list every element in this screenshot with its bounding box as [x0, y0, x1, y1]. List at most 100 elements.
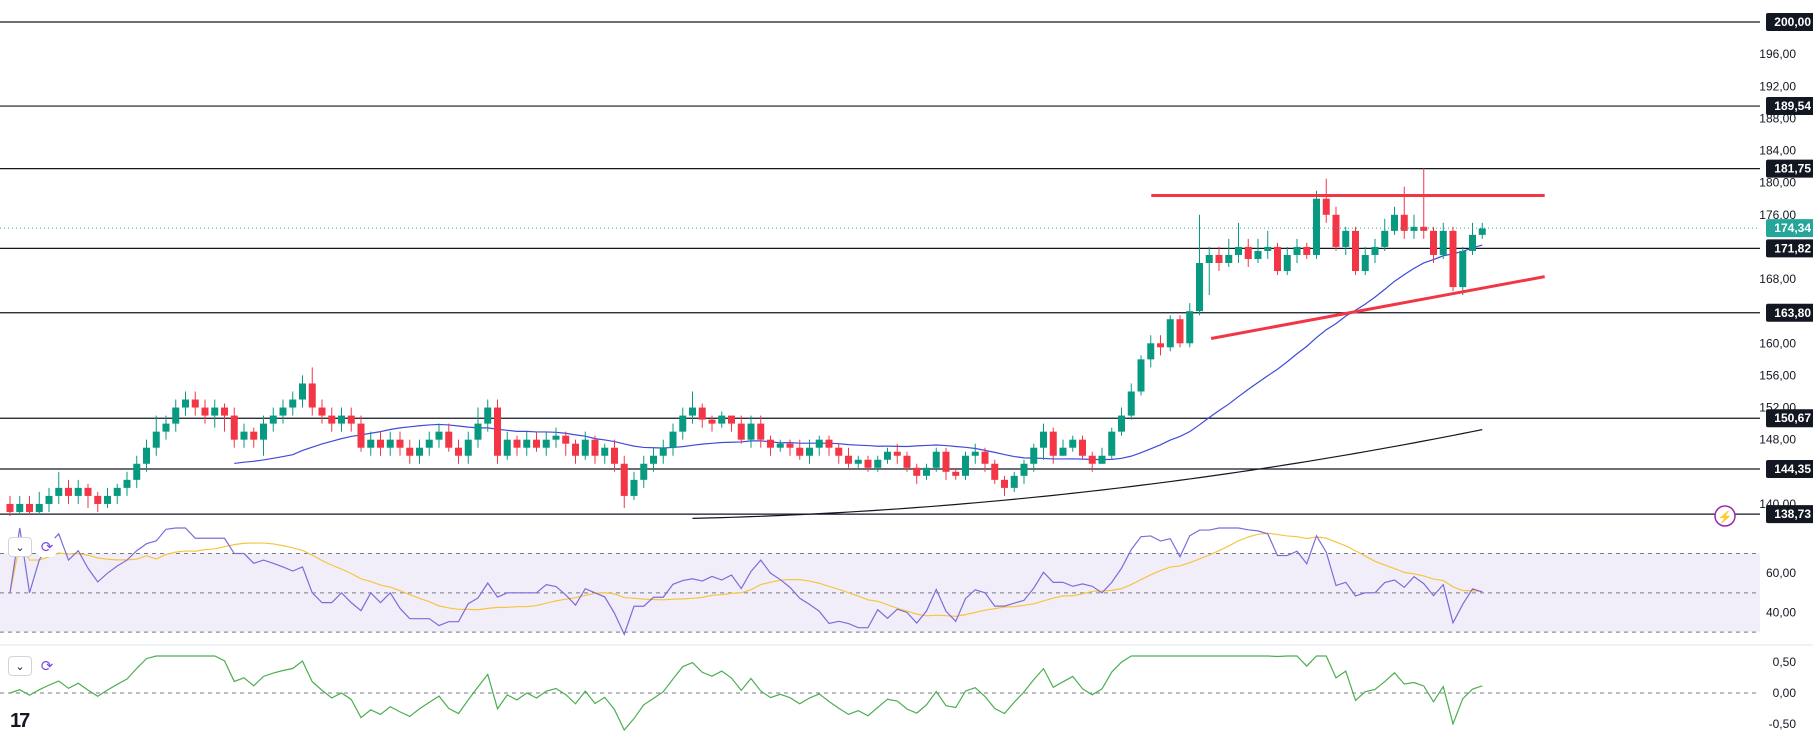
candle-body [1430, 230, 1437, 255]
candle-body [952, 471, 960, 476]
candle-body [591, 439, 599, 456]
candle-body [679, 415, 687, 432]
candle-body [1186, 311, 1194, 344]
candle-body [1215, 254, 1223, 263]
level-label: 189,54 [1774, 99, 1811, 113]
price-tick-label: 180,00 [1759, 176, 1796, 190]
candle-body [1108, 431, 1116, 456]
candle-body [260, 423, 267, 440]
level-label: 138,73 [1774, 507, 1811, 521]
candle-body [1283, 254, 1291, 272]
candle-body [669, 431, 677, 448]
candle-body [650, 455, 657, 464]
candle-body [1254, 250, 1262, 259]
candle-body [396, 439, 404, 448]
candle-body [133, 463, 141, 480]
candle-body [377, 439, 384, 448]
candle-body [523, 439, 531, 448]
candle-body [747, 423, 755, 440]
oscillator-tick-label: 0,50 [1773, 655, 1797, 669]
price-tick-label: 160,00 [1759, 336, 1796, 350]
candle-body [1069, 439, 1077, 448]
candle-body [328, 415, 336, 424]
candle-body [708, 419, 716, 424]
candle-body [864, 459, 872, 468]
candle-body [1098, 455, 1106, 464]
candle-body [513, 439, 521, 448]
candle-body [932, 451, 940, 468]
candle-body [1244, 246, 1252, 259]
candle-body [601, 447, 609, 456]
candle-body [221, 407, 228, 416]
last-price-label: 174,34 [1774, 221, 1811, 235]
candle-body [6, 503, 14, 512]
candle-body [1361, 254, 1369, 272]
candle-body [65, 487, 72, 496]
candle-body [581, 439, 589, 456]
candle-body [464, 439, 472, 456]
candle-body [1459, 250, 1467, 288]
candle-body [1342, 230, 1350, 247]
candle-body [338, 415, 345, 424]
candle-body [552, 435, 560, 440]
trendline-support [1210, 275, 1545, 340]
candle-body [406, 447, 414, 456]
level-label: 171,82 [1774, 241, 1811, 255]
indicator-pane-controls: ⌄ ⟳ [8, 656, 56, 676]
candle-body [269, 415, 277, 424]
candle-body [26, 503, 33, 512]
collapse-indicator-button[interactable]: ⌄ [8, 656, 32, 676]
candle-body [845, 455, 852, 464]
candle-body [94, 495, 102, 504]
candle-body [503, 439, 511, 456]
replay-icon-glyph: ⚡ [1718, 510, 1733, 524]
candle-body [1352, 230, 1359, 272]
candle-body [1264, 246, 1272, 251]
candle-body [1449, 230, 1457, 288]
chart-area[interactable]: 196,00 192,00 188,00 184,00 180,00 176,00 168,… [0, 0, 1813, 745]
candle-body [981, 451, 989, 464]
candle-body [1059, 447, 1067, 456]
candle-body [620, 463, 628, 496]
candle-body [815, 439, 823, 448]
candle-body [903, 455, 911, 468]
candle-body [1381, 230, 1389, 247]
price-tick-label: 196,00 [1759, 47, 1796, 61]
candle-body [84, 487, 92, 496]
candle-body [611, 447, 618, 464]
candle-body [1225, 254, 1233, 263]
ma-fast-line [234, 244, 1483, 465]
oscillator-tick-label: -0,50 [1769, 717, 1797, 731]
candle-body [1303, 246, 1311, 255]
candle-body [689, 407, 696, 416]
candle-body [357, 423, 365, 448]
rsi-tick-label: 40,00 [1766, 605, 1796, 619]
candle-body [542, 439, 550, 448]
price-chart[interactable]: 196,00192,00188,00184,00180,00176,00168,… [0, 0, 1813, 745]
candle-body [445, 431, 453, 448]
candle-body [1469, 234, 1476, 251]
candle-body [884, 451, 891, 460]
candle-body [347, 415, 355, 424]
candle-body [962, 455, 969, 476]
candle-body [152, 431, 160, 448]
candle-body [757, 423, 765, 440]
candle-body [1196, 262, 1203, 312]
candle-body [1410, 226, 1418, 231]
candle-body [74, 487, 82, 496]
candle-body [718, 415, 726, 424]
price-tick-label: 156,00 [1759, 368, 1796, 382]
candle-body [1439, 230, 1447, 255]
candle-body [728, 415, 735, 424]
candle-body [367, 439, 375, 448]
candle-body [230, 415, 238, 440]
collapse-rsi-button[interactable]: ⌄ [8, 537, 32, 557]
candle-body [874, 459, 882, 468]
sync-icon[interactable]: ⟳ [38, 537, 56, 557]
candle-body [767, 439, 774, 448]
candle-body [201, 407, 209, 416]
candle-body [172, 407, 180, 424]
rsi-tick-label: 60,00 [1766, 566, 1796, 580]
sync-icon[interactable]: ⟳ [38, 656, 56, 676]
candle-body [55, 487, 63, 496]
